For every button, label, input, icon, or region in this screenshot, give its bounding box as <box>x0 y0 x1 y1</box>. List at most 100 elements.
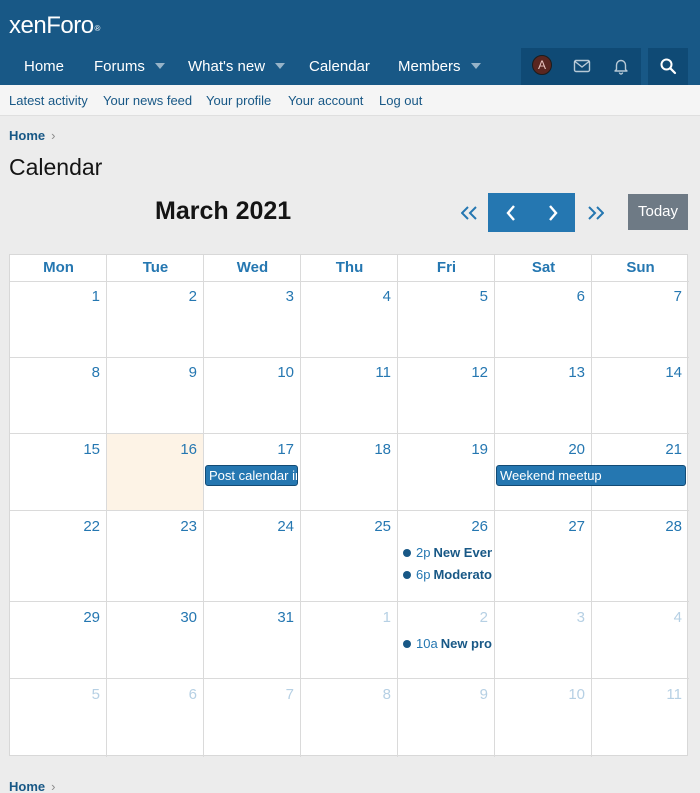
subnav-your-profile[interactable]: Your profile <box>206 85 271 116</box>
page-title: Calendar <box>9 154 103 180</box>
grid-line <box>397 255 398 757</box>
breadcrumb: Home › <box>9 128 55 143</box>
grid-line <box>300 255 301 757</box>
search-icon[interactable] <box>659 57 677 75</box>
double-chevron-right-icon <box>588 205 604 220</box>
nav-forums[interactable]: Forums <box>94 48 165 85</box>
day-number[interactable]: 11 <box>375 364 391 381</box>
day-number[interactable]: 25 <box>374 518 391 535</box>
bell-icon[interactable] <box>612 57 630 75</box>
prev-year-button[interactable] <box>455 194 483 231</box>
day-number[interactable]: 23 <box>180 518 197 535</box>
next-year-button[interactable] <box>582 194 610 231</box>
subnav-news-feed[interactable]: Your news feed <box>103 85 192 116</box>
calendar-event[interactable]: Post calendar in <box>205 465 298 486</box>
today-button[interactable]: Today <box>628 194 688 230</box>
day-number-outside-month[interactable]: 10 <box>568 686 585 703</box>
nav-members[interactable]: Members <box>398 48 481 85</box>
day-number-today[interactable]: 16 <box>180 441 197 458</box>
subnav-your-account[interactable]: Your account <box>288 85 363 116</box>
day-number-outside-month[interactable]: 8 <box>383 686 391 703</box>
sub-navigation: Latest activity Your news feed Your prof… <box>0 85 700 116</box>
day-number-outside-month[interactable]: 6 <box>189 686 197 703</box>
day-number-outside-month[interactable]: 11 <box>666 686 682 703</box>
month-title: March 2021 <box>155 197 292 225</box>
chevron-right-icon: › <box>51 779 56 793</box>
dow-header: Thu <box>335 259 364 276</box>
day-number[interactable]: 18 <box>374 441 391 458</box>
day-number-outside-month[interactable]: 2 <box>480 609 488 626</box>
day-number-outside-month[interactable]: 4 <box>674 609 682 626</box>
inbox-icon[interactable] <box>573 57 591 75</box>
calendar-event[interactable]: 6p Moderato <box>403 566 492 584</box>
chevron-left-icon <box>506 204 515 221</box>
day-number[interactable]: 21 <box>665 441 682 458</box>
day-number[interactable]: 14 <box>665 364 682 381</box>
day-number[interactable]: 2 <box>189 288 197 305</box>
day-number[interactable]: 27 <box>568 518 585 535</box>
main-navigation: Home Forums What's new Calendar Members … <box>0 48 700 85</box>
day-number[interactable]: 26 <box>471 518 488 535</box>
day-number[interactable]: 3 <box>286 288 294 305</box>
next-month-button[interactable] <box>538 194 568 231</box>
grid-line <box>203 255 204 757</box>
day-number[interactable]: 19 <box>471 441 488 458</box>
grid-line <box>10 601 689 602</box>
footer-breadcrumb: Home › <box>9 779 55 793</box>
calendar-event[interactable]: 10a New pro <box>403 635 492 653</box>
day-number[interactable]: 13 <box>568 364 585 381</box>
dow-header: Sat <box>531 259 556 276</box>
day-number[interactable]: 20 <box>568 441 585 458</box>
breadcrumb-home[interactable]: Home <box>9 779 45 793</box>
day-number[interactable]: 9 <box>189 364 197 381</box>
nav-whats-new[interactable]: What's new <box>188 48 286 85</box>
day-number[interactable]: 24 <box>277 518 294 535</box>
chevron-down-icon[interactable] <box>154 63 165 70</box>
calendar-event[interactable]: Weekend meetup <box>496 465 686 486</box>
dow-header: Fri <box>436 259 457 276</box>
day-number-outside-month[interactable]: 5 <box>92 686 100 703</box>
prev-month-button[interactable] <box>496 194 526 231</box>
day-number[interactable]: 12 <box>471 364 488 381</box>
subnav-log-out[interactable]: Log out <box>379 85 422 116</box>
day-number[interactable]: 6 <box>577 288 585 305</box>
grid-line <box>106 255 107 757</box>
day-number[interactable]: 17 <box>277 441 294 458</box>
subnav-latest-activity[interactable]: Latest activity <box>9 85 88 116</box>
grid-line <box>10 357 689 358</box>
grid-line <box>591 255 592 757</box>
chevron-right-icon: › <box>51 128 56 143</box>
nav-home[interactable]: Home <box>24 48 64 85</box>
site-logo[interactable]: xenForo® <box>9 12 100 40</box>
breadcrumb-home[interactable]: Home <box>9 128 45 143</box>
day-number[interactable]: 22 <box>83 518 100 535</box>
grid-line <box>10 281 689 282</box>
day-number-outside-month[interactable]: 1 <box>383 609 391 626</box>
day-number[interactable]: 15 <box>83 441 100 458</box>
site-header: xenForo® <box>0 0 700 48</box>
avatar[interactable]: A <box>532 55 552 75</box>
day-number[interactable]: 4 <box>383 288 391 305</box>
day-number[interactable]: 7 <box>674 288 682 305</box>
calendar-event[interactable]: 2p New Even <box>403 544 492 562</box>
day-number[interactable]: 31 <box>277 609 294 626</box>
grid-line <box>10 433 689 434</box>
dow-header: Mon <box>43 259 74 276</box>
nav-calendar[interactable]: Calendar <box>309 48 370 85</box>
day-number[interactable]: 10 <box>277 364 294 381</box>
day-number[interactable]: 8 <box>92 364 100 381</box>
day-number[interactable]: 29 <box>83 609 100 626</box>
day-number-outside-month[interactable]: 3 <box>577 609 585 626</box>
chevron-down-icon[interactable] <box>470 63 481 70</box>
day-number[interactable]: 30 <box>180 609 197 626</box>
dow-header: Tue <box>142 259 169 276</box>
grid-line <box>494 255 495 757</box>
chevron-down-icon[interactable] <box>275 63 286 70</box>
event-dot-icon <box>403 570 411 579</box>
day-number-outside-month[interactable]: 9 <box>480 686 488 703</box>
day-number[interactable]: 1 <box>92 288 100 305</box>
day-number-outside-month[interactable]: 7 <box>286 686 294 703</box>
day-number[interactable]: 5 <box>480 288 488 305</box>
day-number[interactable]: 28 <box>665 518 682 535</box>
dow-header: Sun <box>626 259 655 276</box>
